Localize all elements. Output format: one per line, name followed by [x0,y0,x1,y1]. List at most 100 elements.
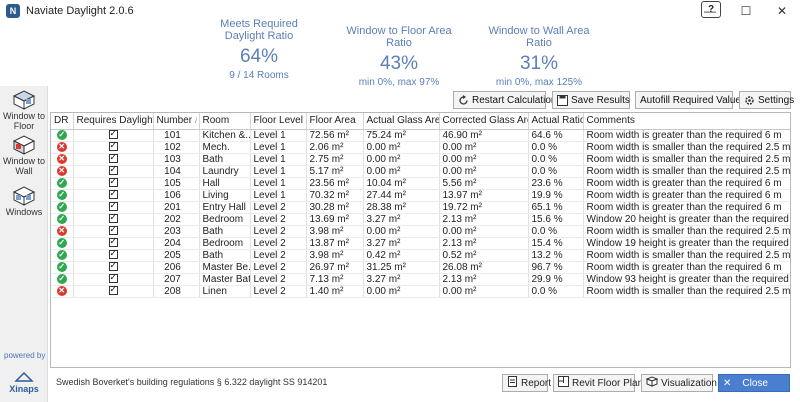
cell-number[interactable]: 103 [153,153,200,166]
requires-daylight-checkbox[interactable] [108,285,118,296]
cell-actual-glass-area[interactable]: 0.00 m² [363,153,440,166]
cell-actual-ratio[interactable]: 0.0 % [528,285,584,298]
table-row[interactable]: 102Mech.Level 12.06 m²0.00 m²0.00 m²0.0 … [51,141,790,154]
table-row[interactable]: 101Kitchen &...Level 172.56 m²75.24 m²46… [51,129,790,142]
table-row[interactable]: 105HallLevel 123.56 m²10.04 m²5.56 m²23.… [51,177,790,190]
cell-comment[interactable]: Room width is smaller than the required … [583,165,790,178]
cell-requires-daylight[interactable] [73,273,154,286]
requires-daylight-checkbox[interactable] [108,165,118,176]
table-row[interactable]: 202BedroomLevel 213.69 m²3.27 m²2.13 m²1… [51,213,790,226]
cell-comment[interactable]: Room width is smaller than the required … [583,249,790,262]
cell-number[interactable]: 104 [153,165,200,178]
cell-floor-area[interactable]: 1.40 m² [306,285,364,298]
cell-number[interactable]: 203 [153,225,200,238]
cell-actual-glass-area[interactable]: 0.00 m² [363,285,440,298]
cell-comment[interactable]: Room width is greater than the required … [583,129,790,142]
cell-floor-area[interactable]: 70.32 m² [306,189,364,202]
cell-floor-area[interactable]: 23.56 m² [306,177,364,190]
cell-room[interactable]: Mech. [199,141,251,154]
cell-floor-area[interactable]: 13.87 m² [306,237,364,250]
column-header-actual-ratio[interactable]: Actual Ratio [528,113,584,130]
cell-number[interactable]: 204 [153,237,200,250]
cell-requires-daylight[interactable] [73,177,154,190]
column-header-number[interactable]: Number / [153,113,200,130]
requires-daylight-checkbox[interactable] [108,249,118,260]
cell-dr[interactable] [51,261,74,274]
cell-dr[interactable] [51,177,74,190]
cell-floor-level[interactable]: Level 2 [250,213,307,226]
cell-corrected-glass-area[interactable]: 0.00 m² [439,153,529,166]
cell-actual-ratio[interactable]: 0.0 % [528,141,584,154]
requires-daylight-checkbox[interactable] [108,237,118,248]
cell-actual-ratio[interactable]: 0.0 % [528,165,584,178]
cell-requires-daylight[interactable] [73,237,154,250]
table-row[interactable]: 204BedroomLevel 213.87 m²3.27 m²2.13 m²1… [51,237,790,250]
cell-floor-level[interactable]: Level 2 [250,249,307,262]
cell-number[interactable]: 206 [153,261,200,274]
cell-corrected-glass-area[interactable]: 0.00 m² [439,165,529,178]
cell-floor-area[interactable]: 3.98 m² [306,225,364,238]
cell-room[interactable]: Bath [199,249,251,262]
cell-dr[interactable] [51,249,74,262]
cell-comment[interactable]: Room width is smaller than the required … [583,141,790,154]
cell-comment[interactable]: Room width is smaller than the required … [583,225,790,238]
cell-actual-ratio[interactable]: 64.6 % [528,129,584,142]
cell-floor-level[interactable]: Level 1 [250,189,307,202]
cell-actual-glass-area[interactable]: 28.38 m² [363,201,440,214]
cell-number[interactable]: 105 [153,177,200,190]
cell-comment[interactable]: Window 20 height is greater than the req… [583,213,790,226]
sidebar-item-window-to-floor[interactable]: Window to Floor [2,88,46,131]
table-row[interactable]: 208LinenLevel 21.40 m²0.00 m²0.00 m²0.0 … [51,285,790,298]
cell-floor-level[interactable]: Level 2 [250,201,307,214]
cell-comment[interactable]: Room width is smaller than the required … [583,285,790,298]
cell-actual-glass-area[interactable]: 0.42 m² [363,249,440,262]
cell-room[interactable]: Living [199,189,251,202]
requires-daylight-checkbox[interactable] [108,189,118,200]
cell-actual-glass-area[interactable]: 27.44 m² [363,189,440,202]
cell-actual-ratio[interactable]: 0.0 % [528,225,584,238]
cell-dr[interactable] [51,273,74,286]
cell-number[interactable]: 207 [153,273,200,286]
column-header-comments[interactable]: Comments [583,113,790,130]
requires-daylight-checkbox[interactable] [108,225,118,236]
cell-comment[interactable]: Room width is greater than the required … [583,201,790,214]
cell-dr[interactable] [51,225,74,238]
cell-requires-daylight[interactable] [73,225,154,238]
cell-actual-ratio[interactable]: 23.6 % [528,177,584,190]
cell-actual-ratio[interactable]: 13.2 % [528,249,584,262]
cell-number[interactable]: 202 [153,213,200,226]
cell-requires-daylight[interactable] [73,201,154,214]
close-button[interactable]: ✕ Close [718,374,790,392]
rooms-grid[interactable]: DR Requires Daylight Number / Room Floor … [50,112,791,368]
cell-floor-area[interactable]: 7.13 m² [306,273,364,286]
cell-room[interactable]: Laundry [199,165,251,178]
cell-actual-ratio[interactable]: 29.9 % [528,273,584,286]
cell-corrected-glass-area[interactable]: 0.00 m² [439,225,529,238]
cell-floor-area[interactable]: 30.28 m² [306,201,364,214]
table-row[interactable]: 201Entry HallLevel 230.28 m²28.38 m²19.7… [51,201,790,214]
table-row[interactable]: 207Master BathLevel 27.13 m²3.27 m²2.13 … [51,273,790,286]
column-header-actual-glass-area[interactable]: Actual Glass Area [363,113,440,130]
cell-floor-level[interactable]: Level 2 [250,273,307,286]
table-row[interactable]: 106LivingLevel 170.32 m²27.44 m²13.97 m²… [51,189,790,202]
cell-number[interactable]: 102 [153,141,200,154]
cell-dr[interactable] [51,237,74,250]
column-header-dr[interactable]: DR [51,113,74,130]
cell-floor-area[interactable]: 3.98 m² [306,249,364,262]
cell-actual-glass-area[interactable]: 3.27 m² [363,213,440,226]
cell-floor-level[interactable]: Level 1 [250,177,307,190]
cell-dr[interactable] [51,189,74,202]
cell-floor-level[interactable]: Level 2 [250,237,307,250]
requires-daylight-checkbox[interactable] [108,129,118,140]
table-row[interactable]: 206Master Be...Level 226.97 m²31.25 m²26… [51,261,790,274]
report-button[interactable]: Report [502,374,551,392]
cell-actual-glass-area[interactable]: 75.24 m² [363,129,440,142]
cell-requires-daylight[interactable] [73,129,154,142]
requires-daylight-checkbox[interactable] [108,141,118,152]
cell-comment[interactable]: Room width is greater than the required … [583,261,790,274]
cell-corrected-glass-area[interactable]: 5.56 m² [439,177,529,190]
requires-daylight-checkbox[interactable] [108,153,118,164]
cell-requires-daylight[interactable] [73,261,154,274]
table-row[interactable]: 205BathLevel 23.98 m²0.42 m²0.52 m²13.2 … [51,249,790,262]
table-row[interactable]: 103BathLevel 12.75 m²0.00 m²0.00 m²0.0 %… [51,153,790,166]
